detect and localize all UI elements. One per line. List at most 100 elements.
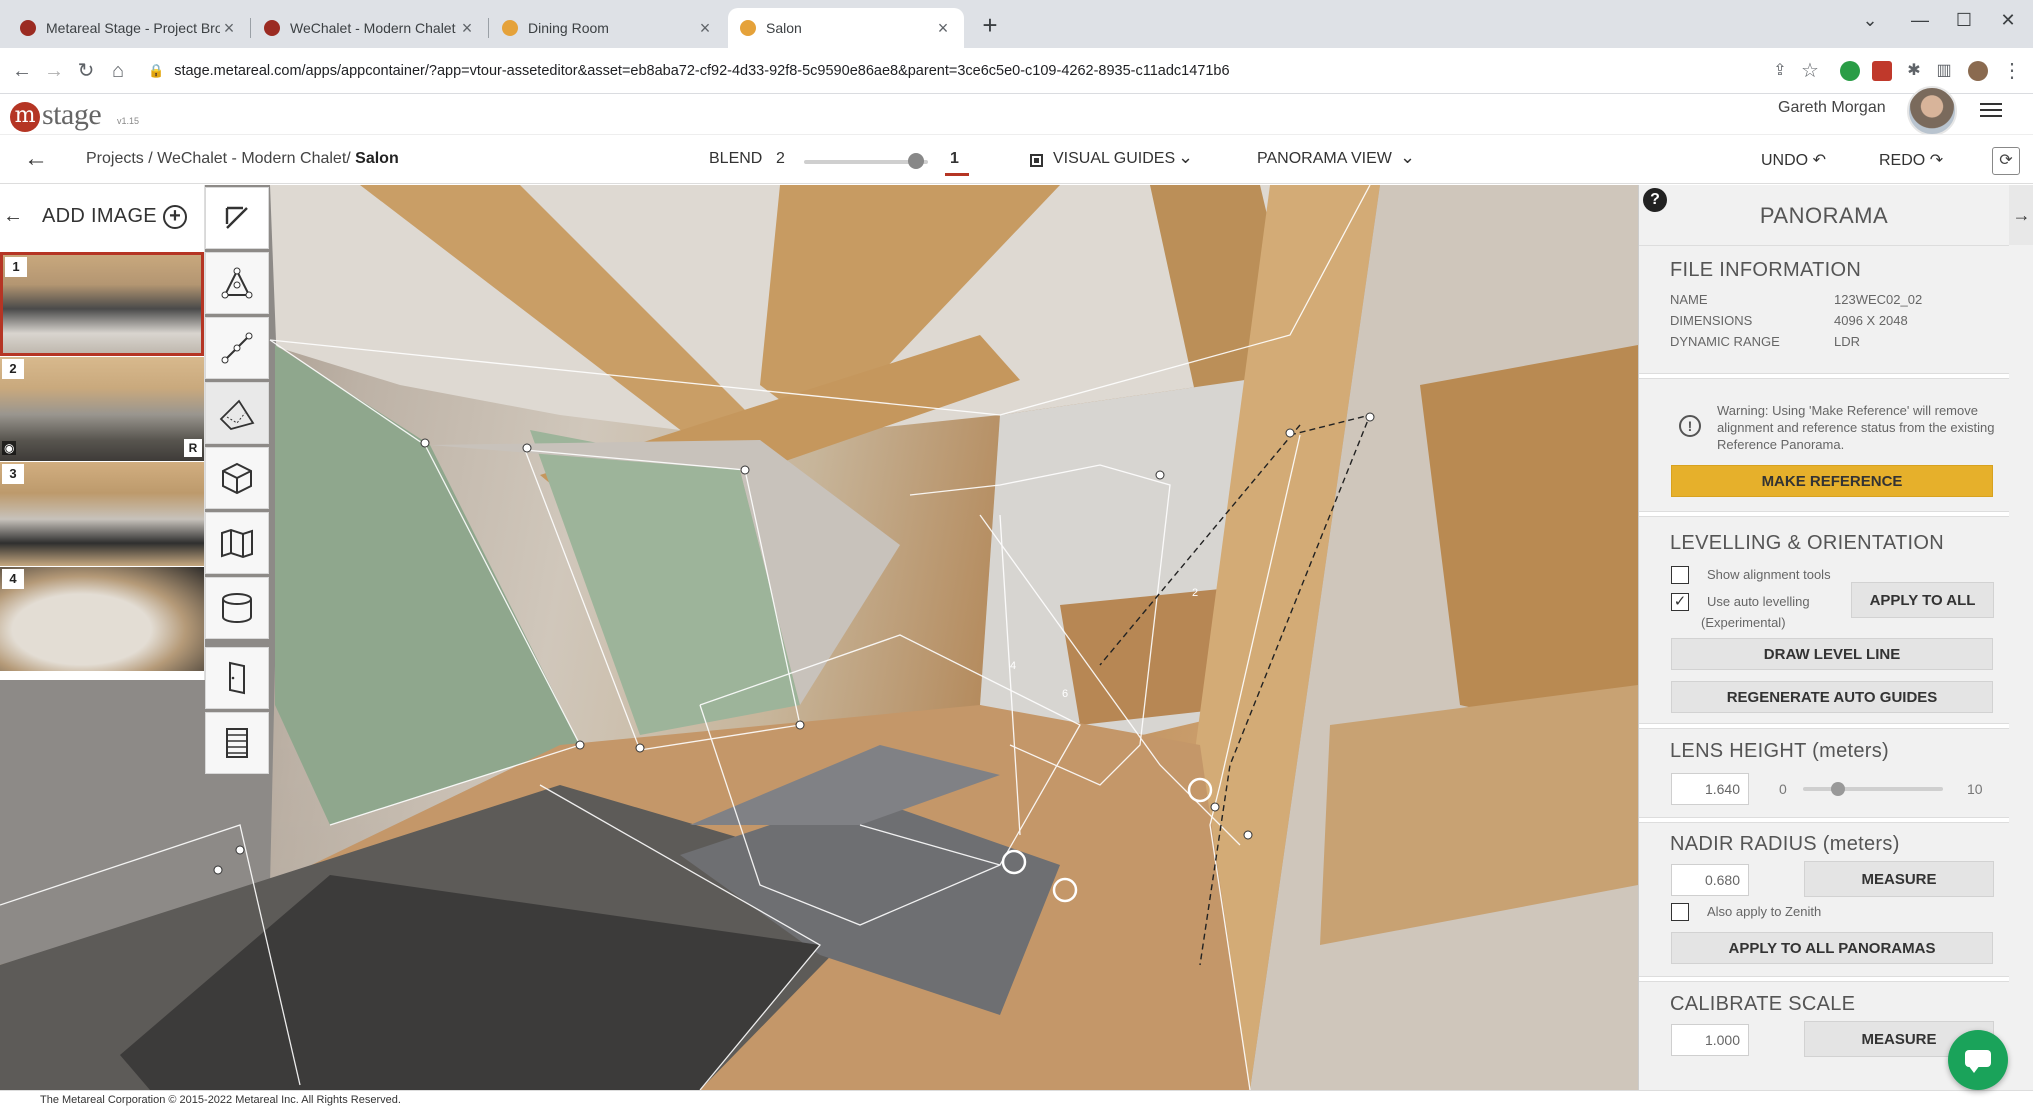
section-file-information: FILE INFORMATION <box>1670 259 1862 281</box>
sync-view-icon[interactable]: ⟳ <box>1992 147 2020 175</box>
chevron-down-icon[interactable]: ⌄ <box>1400 147 1415 168</box>
home-icon[interactable]: ⌂ <box>104 57 132 85</box>
panorama-view-dropdown[interactable]: PANORAMA VIEW <box>1257 150 1392 168</box>
browser-forward-icon[interactable]: → <box>40 57 68 85</box>
close-window-button[interactable]: ✕ <box>1988 6 2028 34</box>
maximize-window-button[interactable]: ☐ <box>1944 6 1984 34</box>
blend-slider-handle[interactable] <box>907 153 924 169</box>
auto-levelling-checkbox[interactable]: ✓ <box>1671 593 1689 611</box>
lock-icon: 🔒 <box>148 63 165 78</box>
eye-icon[interactable]: ◉ <box>2 441 17 455</box>
panorama-thumbnail[interactable]: 2 ◉ R <box>0 357 204 461</box>
bookmark-star-icon[interactable]: ☆ <box>1796 57 1824 85</box>
user-name: Gareth Morgan <box>1778 99 1886 116</box>
panorama-thumbnail[interactable]: 4 <box>0 567 204 671</box>
browser-menu-icon[interactable]: ⋮ <box>1998 57 2026 85</box>
browser-tab-project-browser[interactable]: Metareal Stage - Project Browser × <box>8 8 250 48</box>
undo-button[interactable]: UNDO ↶ <box>1761 150 1826 170</box>
tab-separator <box>250 18 251 38</box>
collapse-panel-icon[interactable]: → <box>2009 185 2033 245</box>
guide-vertex <box>1210 802 1220 812</box>
back-arrow-icon[interactable]: ← <box>24 145 48 173</box>
browser-tab-dining-room[interactable]: Dining Room × <box>490 8 726 48</box>
close-tab-icon[interactable]: × <box>934 18 952 39</box>
profile-avatar-icon[interactable] <box>1968 61 1988 81</box>
dimensions-label: DIMENSIONS <box>1670 313 1753 328</box>
lens-height-slider-track[interactable] <box>1803 787 1943 791</box>
calibrate-scale-input[interactable]: 1.000 <box>1671 1024 1749 1056</box>
chat-bubble-icon[interactable] <box>1948 1030 2008 1090</box>
dynamic-range-label: DYNAMIC RANGE <box>1670 334 1780 349</box>
reload-icon[interactable]: ↻ <box>72 57 100 85</box>
add-image-button[interactable]: ADD IMAGE <box>42 205 157 228</box>
cylinder-icon[interactable] <box>205 577 269 639</box>
panorama-thumbnail[interactable]: 1 <box>0 252 204 356</box>
minimize-window-button[interactable]: — <box>1900 6 1940 34</box>
cube-icon[interactable] <box>205 447 269 509</box>
show-alignment-label: Show alignment tools <box>1707 567 1831 582</box>
new-tab-button[interactable]: + <box>976 12 1004 40</box>
close-tab-icon[interactable]: × <box>220 18 238 39</box>
browser-tab-wechalet[interactable]: WeChalet - Modern Chalet × <box>252 8 488 48</box>
guide-vertex <box>1155 470 1165 480</box>
collapse-sidebar-icon[interactable]: ← <box>3 205 23 228</box>
breadcrumb-current: Salon <box>355 150 399 167</box>
polygon-tool-icon[interactable] <box>205 252 269 314</box>
blend-value: 2 <box>776 150 785 167</box>
redo-button[interactable]: REDO ↷ <box>1879 150 1943 170</box>
tab-separator <box>488 18 489 38</box>
metareal-favicon-icon <box>740 20 756 36</box>
section-divider <box>1639 723 2009 729</box>
browser-back-icon[interactable]: ← <box>8 57 36 85</box>
line-tool-icon[interactable] <box>205 317 269 379</box>
visual-guides-dropdown[interactable]: VISUAL GUIDES <box>1053 150 1175 168</box>
apply-to-all-button[interactable]: APPLY TO ALL <box>1851 582 1994 618</box>
dimensions-value: 4096 X 2048 <box>1834 313 1908 328</box>
user-avatar[interactable] <box>1907 86 1957 136</box>
guide-vertex <box>740 465 750 475</box>
show-alignment-checkbox[interactable] <box>1671 566 1689 584</box>
side-panel-icon[interactable]: ▥ <box>1930 57 1958 85</box>
url-field[interactable]: 🔒 stage.metareal.com/apps/appcontainer/?a… <box>148 57 1748 85</box>
close-tab-icon[interactable]: × <box>696 18 714 39</box>
breadcrumb: Projects / WeChalet - Modern Chalet/ Sal… <box>86 150 399 168</box>
floor-plane-icon[interactable] <box>205 382 269 444</box>
blend-secondary-value[interactable]: 1 <box>950 150 959 168</box>
lens-height-input[interactable]: 1.640 <box>1671 773 1749 805</box>
blend-label: BLEND <box>709 150 763 167</box>
extensions-puzzle-icon[interactable]: ✱ <box>1900 57 1928 85</box>
hotspot-label: 4 <box>1010 660 1017 672</box>
apply-to-all-panoramas-button[interactable]: APPLY TO ALL PANORAMAS <box>1671 932 1993 964</box>
stairs-icon[interactable] <box>205 712 269 774</box>
tab-search-icon[interactable]: ⌄ <box>1850 6 1890 34</box>
door-icon[interactable] <box>205 647 269 709</box>
panel-title: PANORAMA <box>1759 203 1889 228</box>
share-icon[interactable]: ⇪ <box>1766 57 1794 85</box>
image-sidebar: ← ADD IMAGE + 1 2 ◉ R 3 4 <box>0 185 205 680</box>
thumbnail-number: 4 <box>2 569 24 589</box>
guide-vertex <box>795 720 805 730</box>
extension-badge-icon[interactable] <box>1872 61 1892 81</box>
make-reference-button[interactable]: MAKE REFERENCE <box>1671 465 1993 497</box>
panorama-thumbnail[interactable]: 3 <box>0 462 204 566</box>
redo-label: REDO <box>1879 152 1926 169</box>
metareal-logo-icon[interactable]: m <box>10 102 40 132</box>
nadir-radius-input[interactable]: 0.680 <box>1671 864 1749 896</box>
url-text: stage.metareal.com/apps/appcontainer/?ap… <box>174 63 1230 79</box>
add-circle-icon[interactable]: + <box>163 205 187 229</box>
close-tab-icon[interactable]: × <box>458 18 476 39</box>
regenerate-auto-guides-button[interactable]: REGENERATE AUTO GUIDES <box>1671 681 1993 713</box>
apply-zenith-checkbox[interactable] <box>1671 903 1689 921</box>
menu-icon[interactable] <box>1980 99 2002 121</box>
chevron-down-icon[interactable]: ⌄ <box>1178 147 1193 168</box>
map-icon[interactable] <box>205 512 269 574</box>
browser-tab-salon[interactable]: Salon × <box>728 8 964 48</box>
draw-level-line-button[interactable]: DRAW LEVEL LINE <box>1671 638 1993 670</box>
guide-vertex <box>522 443 532 453</box>
lens-height-slider-handle[interactable] <box>1830 782 1845 796</box>
footer: The Metareal Corporation © 2015-2022 Met… <box>0 1090 2033 1110</box>
select-arrow-icon[interactable] <box>205 187 269 249</box>
extension-check-icon[interactable] <box>1840 61 1860 81</box>
breadcrumb-path[interactable]: Projects / WeChalet - Modern Chalet/ <box>86 150 355 167</box>
nadir-measure-button[interactable]: MEASURE <box>1804 861 1994 897</box>
